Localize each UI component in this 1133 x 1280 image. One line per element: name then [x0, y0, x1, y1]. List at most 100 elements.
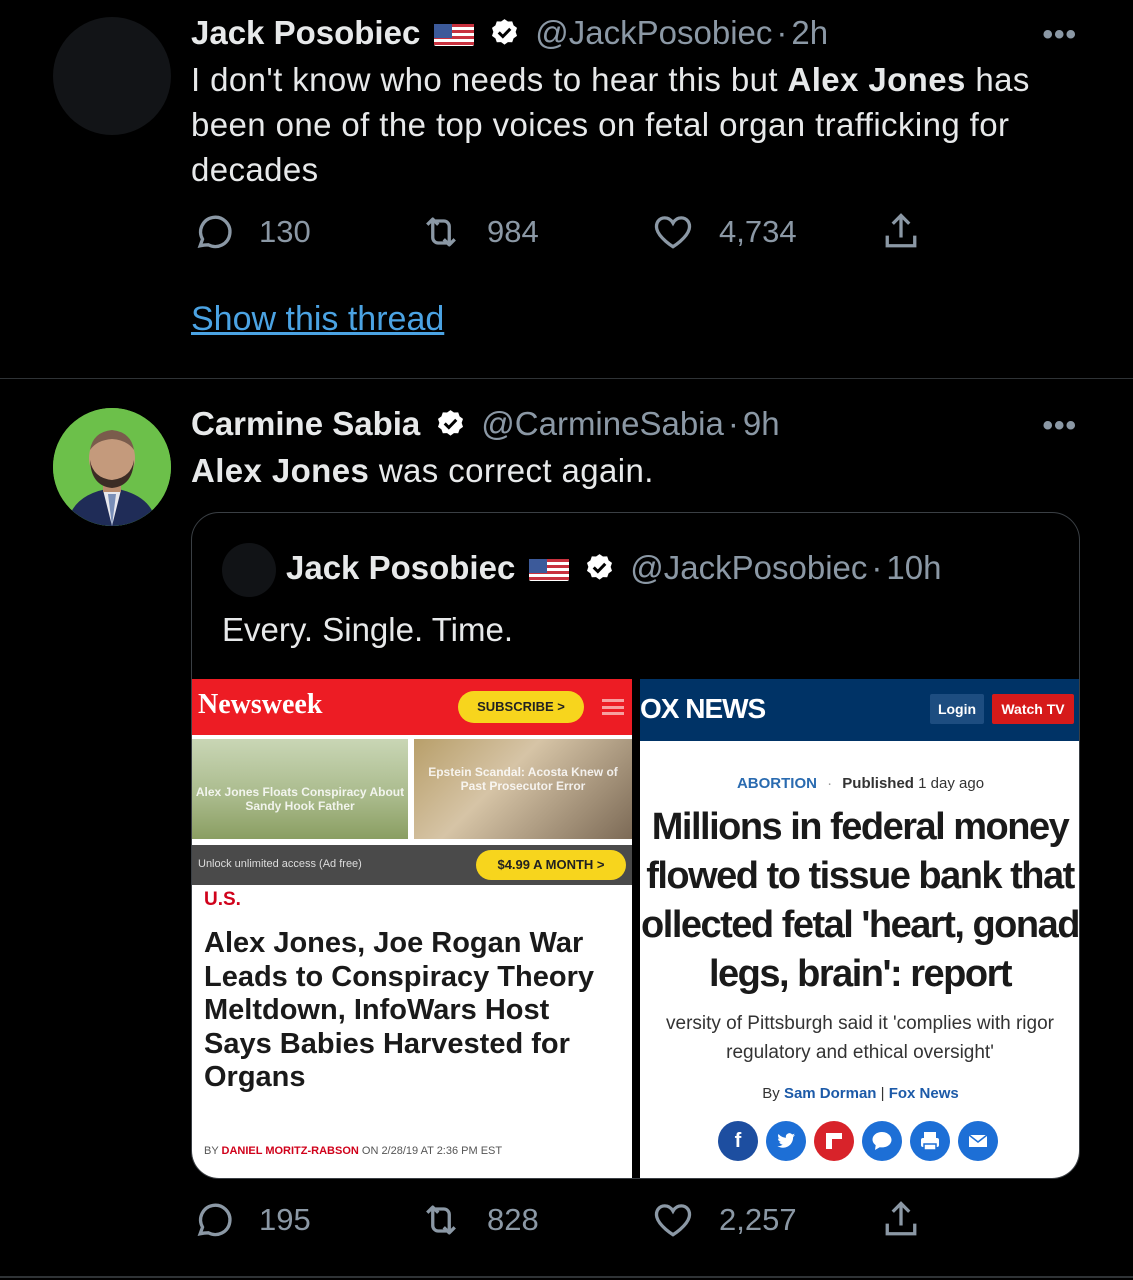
retweet-icon	[426, 1205, 456, 1235]
tweet-header: Jack Posobiec @JackPosobiec · 2h	[191, 14, 828, 52]
quoted-timestamp: 10h	[886, 549, 942, 586]
byline-separator: |	[876, 1085, 889, 1102]
tweet-2[interactable]: Carmine Sabia @CarmineSabia · 9h ••• Ale…	[0, 379, 1133, 1277]
quoted-author-name: Jack Posobiec	[286, 549, 516, 586]
us-flag-icon	[529, 555, 570, 581]
thumbnail-caption: Alex Jones Floats Conspiracy About Sandy…	[195, 785, 405, 813]
newsweek-headline: Alex Jones, Joe Rogan War Leads to Consp…	[204, 927, 594, 1093]
fox-social-buttons: f	[718, 1121, 998, 1161]
fox-byline: By Sam Dorman | Fox News	[640, 1085, 1079, 1102]
retweet-button[interactable]: 984	[419, 210, 539, 254]
like-button[interactable]: 4,734	[651, 210, 797, 254]
avatar-photo	[53, 408, 171, 526]
fox-logo: OX NEWS	[640, 693, 766, 724]
newsweek-byline: BY DANIEL MORITZ-RABSON ON 2/28/19 AT 2:…	[204, 1145, 502, 1157]
share-button[interactable]	[879, 210, 923, 254]
subheadline-line: regulatory and ethical oversight'	[726, 1042, 994, 1063]
author-name[interactable]: Carmine Sabia	[191, 405, 420, 443]
like-button[interactable]: 2,257	[651, 1198, 797, 1242]
newsweek-unlock-bar: Unlock unlimited access (Ad free) $4.99 …	[192, 845, 632, 885]
flipboard-icon	[814, 1121, 854, 1161]
avatar[interactable]	[53, 17, 171, 135]
fox-news-screenshot[interactable]: OX NEWS Login Watch TV ABORTION · Publis…	[640, 679, 1079, 1178]
retweet-count: 984	[487, 214, 539, 249]
newsweek-screenshot[interactable]: Newsweek SUBSCRIBE > Alex Jones Floats C…	[192, 679, 632, 1178]
published-value: 1 day ago	[918, 775, 985, 792]
newsweek-thumbnail-1: Alex Jones Floats Conspiracy About Sandy…	[192, 739, 408, 839]
retweet-button[interactable]: 828	[419, 1198, 539, 1242]
show-thread-link[interactable]: Show this thread	[191, 300, 444, 339]
headline-line: ollected fetal 'heart, gonad	[641, 904, 1079, 946]
meta-dot: ·	[827, 775, 833, 792]
time-separator: ·	[871, 549, 883, 586]
headline-line: legs, brain': report	[708, 953, 1013, 995]
share-icon	[885, 1201, 917, 1236]
byline-prefix: BY	[204, 1145, 222, 1157]
tweet-text: I don't know who needs to hear this but …	[191, 57, 1091, 192]
author-handle[interactable]: @CarmineSabia	[481, 405, 724, 443]
more-options-icon[interactable]: •••	[1042, 409, 1077, 443]
fox-section: ABORTION	[736, 775, 817, 792]
heart-icon	[654, 1204, 692, 1237]
tweet-text-bold: Alex Jones	[191, 452, 370, 489]
headline-line: Millions in federal money	[651, 806, 1070, 848]
time-separator: ·	[776, 14, 788, 51]
tweet-text: Alex Jones was correct again.	[191, 448, 1091, 493]
reply-button[interactable]: 195	[191, 1198, 311, 1242]
published-label: Published	[842, 775, 914, 792]
fox-headline: Millions in federal money flowed to tiss…	[640, 803, 1079, 999]
quoted-author-handle: @JackPosobiec	[630, 549, 868, 586]
avatar[interactable]	[53, 408, 171, 526]
heart-icon	[654, 216, 692, 249]
byline-date: ON 2/28/19 AT 2:36 PM EST	[358, 1145, 503, 1157]
headline-line: flowed to tissue bank that	[646, 855, 1075, 897]
byline-label: By	[762, 1085, 784, 1102]
verified-badge-icon	[488, 17, 521, 50]
newsweek-section-label: U.S.	[204, 889, 241, 910]
tweet-actions: 195 828 2,257	[191, 1198, 931, 1242]
quoted-tweet-text: Every. Single. Time.	[222, 611, 513, 648]
price-button: $4.99 A MONTH >	[476, 850, 626, 880]
twitter-icon	[766, 1121, 806, 1161]
tweet-1[interactable]: Jack Posobiec @JackPosobiec · 2h ••• I d…	[0, 0, 1133, 378]
byline-author: DANIEL MORITZ-RABSON	[221, 1145, 359, 1157]
reply-count: 195	[259, 1202, 311, 1237]
verified-badge-icon	[583, 552, 616, 585]
newsweek-thumbnail-2: Epstein Scandal: Acosta Knew of Past Pro…	[414, 739, 632, 839]
timestamp[interactable]: 2h	[791, 14, 828, 52]
reply-icon	[197, 215, 232, 249]
quoted-avatar	[222, 543, 276, 597]
reply-button[interactable]: 130	[191, 210, 311, 254]
time-separator: ·	[727, 405, 739, 442]
reply-icon	[197, 1203, 232, 1237]
newsweek-logo: Newsweek	[198, 689, 323, 720]
fox-header-bar: OX NEWS Login Watch TV	[640, 679, 1079, 741]
byline-outlet: Fox News	[888, 1085, 959, 1102]
fox-article-meta: ABORTION · Published 1 day ago	[640, 775, 1079, 792]
retweet-icon	[426, 217, 456, 247]
like-count: 4,734	[719, 214, 797, 249]
verified-badge-icon	[434, 408, 467, 441]
quoted-tweet-header: Jack Posobiec @JackPosobiec · 10h	[286, 549, 941, 587]
reply-count: 130	[259, 214, 311, 249]
menu-icon	[602, 699, 624, 715]
more-options-icon[interactable]: •••	[1042, 18, 1077, 52]
facebook-icon: f	[718, 1121, 758, 1161]
fox-subheadline: versity of Pittsburgh said it 'complies …	[640, 1009, 1079, 1067]
newsweek-subscribe-button: SUBSCRIBE >	[458, 691, 584, 723]
fox-watch-tv-button: Watch TV	[992, 694, 1074, 724]
author-handle[interactable]: @JackPosobiec	[535, 14, 772, 52]
timestamp[interactable]: 9h	[743, 405, 780, 443]
quoted-media[interactable]: Newsweek SUBSCRIBE > Alex Jones Floats C…	[192, 679, 1079, 1178]
quoted-tweet[interactable]: Jack Posobiec @JackPosobiec · 10h Every.	[191, 512, 1080, 1179]
like-count: 2,257	[719, 1202, 797, 1237]
tweet-text-part: I don't know who needs to hear this but	[191, 61, 788, 98]
tweet-divider	[0, 1276, 1133, 1278]
print-icon	[910, 1121, 950, 1161]
share-button[interactable]	[879, 1198, 923, 1242]
author-name[interactable]: Jack Posobiec	[191, 14, 420, 52]
retweet-count: 828	[487, 1202, 539, 1237]
fox-login-button: Login	[930, 694, 984, 724]
media-gap	[632, 679, 640, 1178]
tweet-header: Carmine Sabia @CarmineSabia · 9h	[191, 405, 780, 443]
